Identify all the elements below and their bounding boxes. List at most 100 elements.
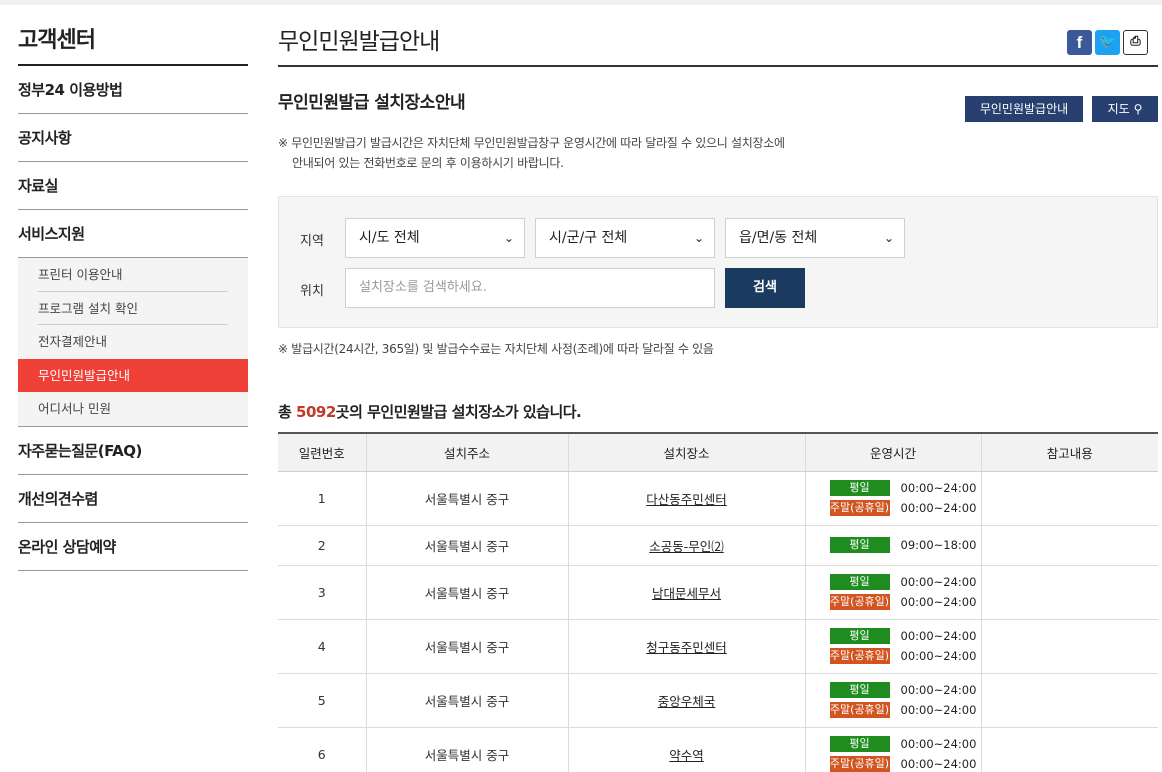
cell-hours: 평일 00:00~24:00 주말(공휴일) 00:00~24:00 — [804, 619, 981, 674]
cell-place-text[interactable]: 중앙우체국 — [658, 694, 716, 709]
sidebar-item-feedback[interactable]: 개선의견수렴 — [18, 475, 248, 523]
cell-place-text[interactable]: 다산동주민센터 — [646, 492, 727, 507]
cell-place: 소공동-무인⑵ — [567, 525, 805, 566]
cell-note — [980, 565, 1158, 620]
submenu-item-payment[interactable]: 전자결제안내 — [18, 325, 248, 359]
cell-hours: 평일 00:00~24:00 주말(공휴일) 00:00~24:00 — [804, 565, 981, 620]
chevron-down-icon: ⌄ — [883, 231, 894, 245]
map-button[interactable]: 지도 ⚲ — [1092, 96, 1158, 122]
hours-row: 평일 00:00~24:00 — [829, 734, 981, 754]
hours-time: 00:00~24:00 — [900, 481, 977, 495]
weekend-badge: 주말(공휴일) — [829, 756, 890, 772]
sidebar-item-faq[interactable]: 자주묻는질문(FAQ) — [18, 427, 248, 475]
sidebar-item-notice[interactable]: 공지사항 — [18, 114, 248, 162]
sidebar: 고객센터 정부24 이용방법 공지사항 자료실 서비스지원 프린터 이용안내 프… — [18, 22, 248, 571]
cell-address: 서울특별시 중구 — [365, 727, 568, 772]
hours-time: 00:00~24:00 — [900, 737, 977, 751]
search-button[interactable]: 검색 — [725, 268, 805, 308]
weekday-badge: 평일 — [829, 574, 890, 590]
sidebar-item-gov24-guide[interactable]: 정부24 이용방법 — [18, 66, 248, 114]
cell-place: 약수역 — [567, 727, 805, 772]
cell-no-text: 2 — [317, 537, 326, 553]
sigungu-select[interactable]: 시/군/구 전체 ⌄ — [535, 218, 715, 258]
share-buttons: f 🐦 ⎙ — [1067, 30, 1148, 55]
chevron-down-icon: ⌄ — [693, 231, 704, 245]
hours-time: 00:00~24:00 — [900, 629, 977, 643]
cell-address-text: 서울특별시 중구 — [424, 585, 510, 601]
twitter-icon[interactable]: 🐦 — [1095, 30, 1120, 55]
map-button-label: 지도 — [1107, 102, 1130, 116]
notice-line-1: ※ 무인민원발급기 발급시간은 자치단체 무인민원발급창구 운영시간에 따라 달… — [278, 136, 785, 150]
cell-no-text: 3 — [317, 584, 326, 600]
eupmyeondong-select-value: 읍/면/동 전체 — [739, 230, 818, 246]
cell-no-text: 6 — [317, 746, 326, 762]
cell-address: 서울특별시 중구 — [365, 525, 568, 566]
cell-no-text: 1 — [317, 490, 326, 506]
page-title: 무인민원발급안내 — [278, 22, 1158, 67]
hours-row: 평일 00:00~24:00 — [829, 478, 981, 498]
cell-no-text: 4 — [317, 638, 326, 654]
total-count: 5092 — [296, 403, 336, 421]
table-row: 5 서울특별시 중구 중앙우체국 평일 00:00~24:00 주말(공휴일) 00:00~… — [278, 673, 1158, 728]
facebook-icon[interactable]: f — [1067, 30, 1092, 55]
hours-time: 00:00~24:00 — [900, 649, 977, 663]
cell-address: 서울특별시 중구 — [365, 673, 568, 728]
hours-time: 09:00~18:00 — [900, 538, 977, 552]
submenu-item-printer[interactable]: 프린터 이용안내 — [18, 258, 248, 292]
submenu-item-program-check[interactable]: 프로그램 설치 확인 — [18, 292, 248, 326]
cell-place: 청구동주민센터 — [567, 619, 805, 674]
sidebar-title: 고객센터 — [18, 22, 248, 66]
sidebar-item-resources[interactable]: 자료실 — [18, 162, 248, 210]
location-search-input[interactable]: 설치장소를 검색하세요. — [345, 268, 715, 308]
cell-note — [980, 619, 1158, 674]
table-row: 6 서울특별시 중구 약수역 평일 00:00~24:00 주말(공휴일) 00:00~24… — [278, 727, 1158, 772]
table-row: 1 서울특별시 중구 다산동주민센터 평일 00:00~24:00 주말(공휴일) 00:0… — [278, 471, 1158, 526]
hours-time: 00:00~24:00 — [900, 595, 977, 609]
cell-hours: 평일 00:00~24:00 주말(공휴일) 00:00~24:00 — [804, 471, 981, 526]
hours-row: 주말(공휴일) 00:00~24:00 — [829, 498, 981, 518]
sido-select[interactable]: 시/도 전체 ⌄ — [345, 218, 525, 258]
sidebar-item-service-support[interactable]: 서비스지원 — [18, 210, 248, 258]
cell-no: 6 — [278, 727, 366, 772]
chevron-down-icon: ⌄ — [503, 231, 514, 245]
weekday-badge: 평일 — [829, 628, 890, 644]
hours-row: 평일 09:00~18:00 — [829, 535, 981, 555]
print-icon[interactable]: ⎙ — [1123, 30, 1148, 55]
region-label: 지역 — [300, 234, 324, 249]
cell-no-text: 5 — [317, 692, 326, 708]
cell-hours: 평일 00:00~24:00 주말(공휴일) 00:00~24:00 — [804, 727, 981, 772]
weekday-badge: 평일 — [829, 480, 890, 496]
eupmyeondong-select[interactable]: 읍/면/동 전체 ⌄ — [725, 218, 905, 258]
submenu-item-kiosk-guide[interactable]: 무인민원발급안내 — [18, 358, 248, 392]
cell-address-text: 서울특별시 중구 — [424, 693, 510, 709]
cell-place: 중앙우체국 — [567, 673, 805, 728]
weekday-badge: 평일 — [829, 537, 890, 553]
cell-address-text: 서울특별시 중구 — [424, 491, 510, 507]
sidebar-item-online-consult[interactable]: 온라인 상담예약 — [18, 523, 248, 571]
cell-address: 서울특별시 중구 — [365, 619, 568, 674]
kiosk-guide-button[interactable]: 무인민원발급안내 — [965, 96, 1083, 122]
notice-text: ※ 무인민원발급기 발급시간은 자치단체 무인민원발급창구 운영시간에 따라 달… — [278, 133, 785, 173]
cell-place-text[interactable]: 남대문세무서 — [652, 586, 721, 601]
location-label: 위치 — [300, 284, 324, 299]
main-content: 무인민원발급안내 f 🐦 ⎙ 무인민원발급 설치장소안내 무인민원발급안내 지도… — [278, 22, 1158, 772]
cell-no: 2 — [278, 525, 366, 566]
weekend-badge: 주말(공휴일) — [829, 594, 890, 610]
cell-place-text[interactable]: 약수역 — [669, 748, 704, 763]
cell-place-text[interactable]: 청구동주민센터 — [646, 640, 727, 655]
hours-row: 주말(공휴일) 00:00~24:00 — [829, 700, 981, 720]
submenu-item-anywhere[interactable]: 어디서나 민원 — [18, 392, 248, 426]
top-bar — [0, 0, 1162, 5]
cell-no: 3 — [278, 565, 366, 620]
cell-note — [980, 525, 1158, 566]
weekend-badge: 주말(공휴일) — [829, 500, 890, 516]
cell-no: 4 — [278, 619, 366, 674]
map-pin-icon: ⚲ — [1133, 102, 1143, 116]
hours-row: 주말(공휴일) 00:00~24:00 — [829, 646, 981, 666]
cell-note — [980, 673, 1158, 728]
col-header-note: 참고내용 — [980, 433, 1158, 472]
cell-place-text[interactable]: 소공동-무인⑵ — [649, 539, 724, 554]
search-box: 지역 시/도 전체 ⌄ 시/군/구 전체 ⌄ 읍/면/동 전체 ⌄ 위치 설치장… — [278, 196, 1158, 328]
hours-row: 평일 00:00~24:00 — [829, 572, 981, 592]
cell-no: 1 — [278, 471, 366, 526]
